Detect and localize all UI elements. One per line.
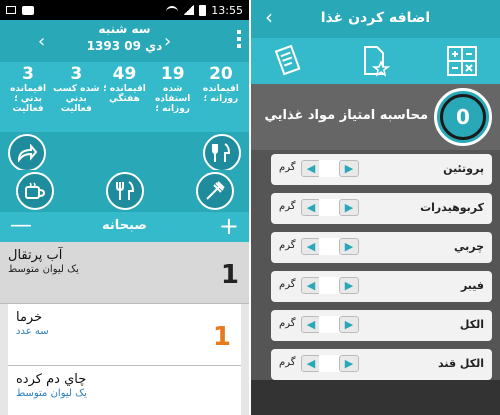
nutrient-row-fiber: گرم ◀ ▶ فيبر	[271, 271, 492, 302]
battery-icon	[199, 4, 207, 16]
nutrient-label: چربي	[453, 240, 484, 253]
score-value: 0	[440, 94, 486, 140]
increase-button[interactable]: ▶	[339, 355, 359, 372]
page-title: اضافه كردن غذا	[320, 10, 431, 26]
score-row: محاسبه امتياز مواد غذايي 0	[251, 84, 500, 150]
nutrient-row-alcohol: گرم ◀ ▶ الكل	[271, 310, 492, 341]
status-bar: 13:55	[0, 0, 249, 20]
nutrient-label: الكل قند	[438, 357, 484, 370]
cutlery-icon[interactable]	[203, 134, 241, 172]
food-name: آب پرتقال	[8, 248, 63, 263]
overflow-menu-icon[interactable]	[237, 30, 241, 51]
decrease-button[interactable]: ◀	[301, 355, 321, 372]
stat-weekly-remaining: 49 اقيمانده ؛ هفتگي	[103, 64, 146, 104]
nutrient-list: گرم ◀ ▶ پروتئين گرم ◀ ▶ كربوهيدرات گرم ◀…	[251, 150, 500, 380]
status-time: 13:55	[211, 3, 243, 17]
category-band	[0, 170, 249, 212]
list-item[interactable]: چاي دم كرده يک ليوان متوسط	[8, 366, 241, 415]
cup-icon[interactable]	[16, 172, 54, 210]
share-icon[interactable]	[8, 134, 46, 172]
nutrient-label: فيبر	[460, 279, 484, 292]
food-portion: سه عدد	[16, 326, 49, 337]
list-item[interactable]: خرما سه عدد 1	[8, 304, 241, 366]
fork-knife-icon[interactable]	[106, 172, 144, 210]
nutrient-row-fat: گرم ◀ ▶ چربي	[271, 232, 492, 263]
hand-fork-icon[interactable]	[196, 172, 234, 210]
food-name: خرما	[16, 310, 43, 325]
increase-button[interactable]: ▶	[339, 160, 359, 177]
increase-button[interactable]: ▶	[339, 277, 359, 294]
increase-button[interactable]: ▶	[339, 316, 359, 333]
add-food-button[interactable]: +	[219, 212, 239, 240]
food-quantity: 1	[212, 322, 231, 352]
increase-button[interactable]: ▶	[339, 199, 359, 216]
increase-button[interactable]: ▶	[339, 238, 359, 255]
nutrient-label: الكل	[459, 318, 484, 331]
nutrient-row-protein: گرم ◀ ▶ پروتئين	[271, 154, 492, 185]
unit-label: گرم	[279, 318, 296, 329]
left-screen: 13:55 ‹ سه شنبه 1393 دي 09 › 20 اقيمانده…	[0, 0, 249, 415]
date-text: 1393 دي 09	[86, 39, 163, 53]
stats-panel: 20 اقيمانده روزانه ؛ 19 شده استفاده روزا…	[0, 62, 249, 132]
stat-daily-used: 19 شده استفاده روزانه ؛	[154, 64, 191, 114]
decrease-button[interactable]: ◀	[301, 277, 321, 294]
decrease-button[interactable]: ◀	[301, 160, 321, 177]
food-portion: يک ليوان متوسط	[8, 264, 79, 275]
document-star-icon[interactable]	[357, 44, 391, 78]
unit-label: گرم	[279, 201, 296, 212]
meal-bar: — صبحانه +	[0, 212, 249, 242]
action-band	[0, 132, 249, 172]
nutrient-label: كربوهيدرات	[420, 201, 484, 214]
unit-label: گرم	[279, 240, 296, 251]
next-day-button[interactable]: ›	[164, 31, 171, 52]
date-header: ‹ سه شنبه 1393 دي 09 ›	[0, 20, 249, 62]
food-list: آب پرتقال يک ليوان متوسط 1 خرما سه عدد 1…	[0, 242, 249, 415]
unit-label: گرم	[279, 357, 296, 368]
decrease-button[interactable]: ◀	[301, 316, 321, 333]
nutrient-row-carbs: گرم ◀ ▶ كربوهيدرات	[271, 193, 492, 224]
nutrient-label: پروتئين	[443, 162, 484, 175]
food-quantity: 1	[220, 260, 239, 290]
score-label: محاسبه امتياز مواد غذايي	[264, 108, 428, 123]
nutrient-row-sugar-alcohol: گرم ◀ ▶ الكل قند	[271, 349, 492, 380]
stat-activity-earned: 3 شده كسب بدني فعاليت	[53, 64, 100, 114]
signal-icon	[183, 5, 195, 15]
entry-mode-band	[251, 38, 500, 84]
camera-icon	[22, 5, 34, 15]
food-portion: يک ليوان متوسط	[16, 388, 87, 399]
unit-label: گرم	[279, 279, 296, 290]
meal-title: صبحانه	[102, 218, 147, 233]
wifi-icon	[166, 6, 179, 14]
list-item[interactable]: آب پرتقال يک ليوان متوسط 1	[0, 242, 249, 304]
notification-icon	[6, 6, 16, 14]
score-button[interactable]: 0	[434, 88, 492, 146]
calculator-icon[interactable]	[445, 44, 479, 78]
decrease-button[interactable]: ◀	[301, 199, 321, 216]
unit-label: گرم	[279, 162, 296, 173]
receipt-icon[interactable]	[271, 44, 305, 78]
right-screen: ‹ اضافه كردن غذا محاسبه امتياز مواد غذاي…	[251, 0, 500, 415]
add-food-header: ‹ اضافه كردن غذا	[251, 0, 500, 38]
food-name: چاي دم كرده	[16, 372, 87, 387]
decrease-button[interactable]: ◀	[301, 238, 321, 255]
stat-daily-remaining: 20 اقيمانده روزانه ؛	[202, 64, 239, 104]
day-name: سه شنبه	[98, 22, 151, 36]
stat-activity-remaining: 3 اقيمانده بدني ؛ فعاليت	[10, 64, 47, 114]
